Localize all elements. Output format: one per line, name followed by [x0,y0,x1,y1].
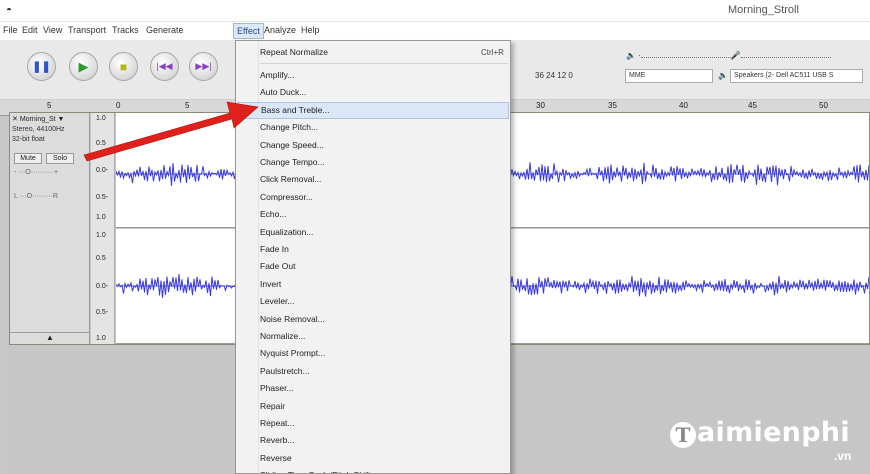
watermark-logo-icon: T [670,422,696,448]
watermark: T aimienphi .vn [660,412,870,474]
watermark-brand: aimienphi [697,417,850,448]
red-arrow-annotation [83,101,259,162]
watermark-tld: .vn [834,449,852,463]
